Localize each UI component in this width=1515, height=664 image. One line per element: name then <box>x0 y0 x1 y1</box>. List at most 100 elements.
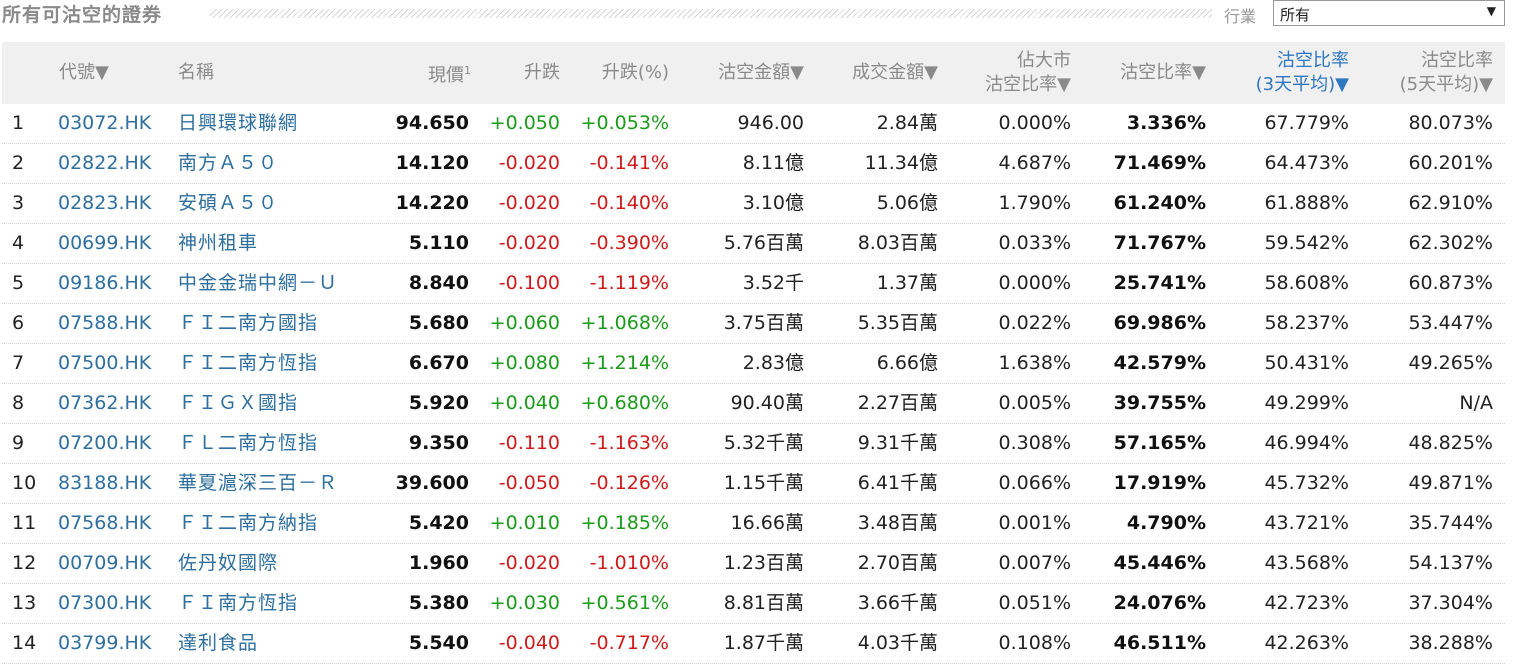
current-price: 14.220 <box>395 192 469 214</box>
turnover: 11.34億 <box>864 152 938 174</box>
short-ratio: 42.579% <box>1113 352 1206 374</box>
stock-code-link[interactable]: 07200.HK <box>58 424 151 463</box>
table-row: 8 07362.HK ＦＩＧＸ國指 5.920 +0.040 +0.680% 9… <box>2 384 1505 424</box>
price-change-pct: +0.561% <box>580 592 669 614</box>
stock-name-link[interactable]: 華夏滬深三百－Ｒ <box>178 464 338 503</box>
stock-code-link[interactable]: 09186.HK <box>58 264 151 303</box>
price-change-pct: +1.214% <box>580 352 669 374</box>
stock-name-link[interactable]: ＦＩ南方恆指 <box>178 584 298 623</box>
current-price: 5.920 <box>408 392 469 414</box>
column-header-turnover[interactable]: 成交金額▼ <box>852 42 938 104</box>
short-ratio-5day-avg: 53.447% <box>1408 312 1493 334</box>
short-ratio-3day-avg: 43.721% <box>1264 512 1349 534</box>
stock-code-link[interactable]: 07362.HK <box>58 384 151 423</box>
market-short-ratio: 0.051% <box>998 592 1071 614</box>
turnover: 4.03千萬 <box>857 632 938 654</box>
short-amount: 90.40萬 <box>730 392 804 414</box>
table-row: 14 03799.HK 達利食品 5.540 -0.040 -0.717% 1.… <box>2 624 1505 664</box>
stock-name-link[interactable]: 神州租車 <box>178 224 258 263</box>
stock-name-link[interactable]: ＦＩ二南方恆指 <box>178 344 318 383</box>
price-change: -0.020 <box>498 552 560 574</box>
stock-code-link[interactable]: 02823.HK <box>58 184 151 223</box>
market-short-ratio: 0.022% <box>998 312 1071 334</box>
price-change-pct: -1.119% <box>589 272 669 294</box>
row-index: 6 <box>12 312 25 334</box>
stock-code-link[interactable]: 03799.HK <box>58 624 151 663</box>
stock-name-link[interactable]: ＦＩ二南方納指 <box>178 504 318 543</box>
stock-name-link[interactable]: 安碩Ａ５０ <box>178 184 278 223</box>
row-index: 1 <box>12 112 25 134</box>
short-amount: 5.32千萬 <box>723 432 804 454</box>
column-header-code[interactable]: 代號▼ <box>59 42 109 104</box>
short-ratio-5day-avg: 60.873% <box>1408 272 1493 294</box>
column-header-market-ratio[interactable]: 佔大市 沽空比率▼ <box>985 42 1071 104</box>
turnover: 1.37萬 <box>876 272 938 294</box>
short-ratio: 3.336% <box>1126 112 1206 134</box>
short-amount: 3.75百萬 <box>723 312 804 334</box>
row-index: 7 <box>12 352 25 374</box>
market-short-ratio: 0.000% <box>998 272 1071 294</box>
row-index: 12 <box>12 552 37 574</box>
short-amount: 1.87千萬 <box>723 632 804 654</box>
row-index: 2 <box>12 152 25 174</box>
market-short-ratio: 0.033% <box>998 232 1071 254</box>
current-price: 1.960 <box>408 552 469 574</box>
short-ratio-5day-avg: 54.137% <box>1408 552 1493 574</box>
page-title: 所有可沽空的證券 <box>2 4 163 26</box>
stock-code-link[interactable]: 07588.HK <box>58 304 151 343</box>
price-change: -0.050 <box>498 472 560 494</box>
stock-name-link[interactable]: 中金金瑞中網－Ｕ <box>178 264 338 303</box>
short-ratio: 17.919% <box>1113 472 1206 494</box>
price-change: +0.030 <box>489 592 560 614</box>
column-header-price: 現價1 <box>428 63 471 86</box>
stock-code-link[interactable]: 07300.HK <box>58 584 151 623</box>
title-divider <box>210 9 1212 18</box>
price-change-pct: -0.717% <box>589 632 669 654</box>
short-amount: 8.11億 <box>742 152 804 174</box>
column-header-short-amount[interactable]: 沽空金額▼ <box>718 42 804 104</box>
current-price: 94.650 <box>395 112 469 134</box>
stock-code-link[interactable]: 03072.HK <box>58 104 151 143</box>
turnover: 2.84萬 <box>876 112 938 134</box>
price-change: +0.060 <box>489 312 560 334</box>
column-header-short-ratio[interactable]: 沽空比率▼ <box>1120 42 1206 104</box>
current-price: 5.680 <box>408 312 469 334</box>
stock-code-link[interactable]: 07568.HK <box>58 504 151 543</box>
stock-name-link[interactable]: 日興環球聯網 <box>178 104 298 143</box>
industry-select[interactable]: 所有 ▼ <box>1273 0 1505 26</box>
stock-name-link[interactable]: ＦＩ二南方國指 <box>178 304 318 343</box>
short-ratio-5day-avg: 35.744% <box>1408 512 1493 534</box>
stock-code-link[interactable]: 00699.HK <box>58 224 151 263</box>
stock-name-link[interactable]: 佐丹奴國際 <box>178 544 278 583</box>
stock-name-link[interactable]: 南方Ａ５０ <box>178 144 278 183</box>
stock-name-link[interactable]: ＦＬ二南方恆指 <box>178 424 318 463</box>
stock-name-link[interactable]: 達利食品 <box>178 624 258 663</box>
short-ratio-3day-avg: 42.723% <box>1264 592 1349 614</box>
short-ratio: 69.986% <box>1113 312 1206 334</box>
row-index: 11 <box>12 512 37 534</box>
short-amount: 2.83億 <box>742 352 804 374</box>
stock-code-link[interactable]: 07500.HK <box>58 344 151 383</box>
stock-code-link[interactable]: 02822.HK <box>58 144 151 183</box>
top-bar: 所有可沽空的證券 行業 所有 ▼ <box>0 0 1515 30</box>
row-index: 8 <box>12 392 25 414</box>
short-amount: 8.81百萬 <box>723 592 804 614</box>
current-price: 14.120 <box>395 152 469 174</box>
market-short-ratio: 4.687% <box>998 152 1071 174</box>
table-row: 4 00699.HK 神州租車 5.110 -0.020 -0.390% 5.7… <box>2 224 1505 264</box>
stock-name-link[interactable]: ＦＩＧＸ國指 <box>178 384 298 423</box>
price-change-pct: -0.390% <box>589 232 669 254</box>
column-header-ratio-3day[interactable]: 沽空比率 (3天平均)▼ <box>1256 42 1349 104</box>
price-change: -0.020 <box>498 152 560 174</box>
row-index: 9 <box>12 432 25 454</box>
turnover: 2.70百萬 <box>857 552 938 574</box>
price-change-pct: -0.141% <box>589 152 669 174</box>
column-header-name: 名稱 <box>178 62 214 83</box>
stock-code-link[interactable]: 00709.HK <box>58 544 151 583</box>
table-row: 1 03072.HK 日興環球聯網 94.650 +0.050 +0.053% … <box>2 104 1505 144</box>
price-change: -0.020 <box>498 192 560 214</box>
stock-code-link[interactable]: 83188.HK <box>58 464 151 503</box>
price-change: -0.110 <box>498 432 560 454</box>
market-short-ratio: 0.108% <box>998 632 1071 654</box>
column-header-ratio-5day[interactable]: 沽空比率 (5天平均)▼ <box>1400 42 1493 104</box>
